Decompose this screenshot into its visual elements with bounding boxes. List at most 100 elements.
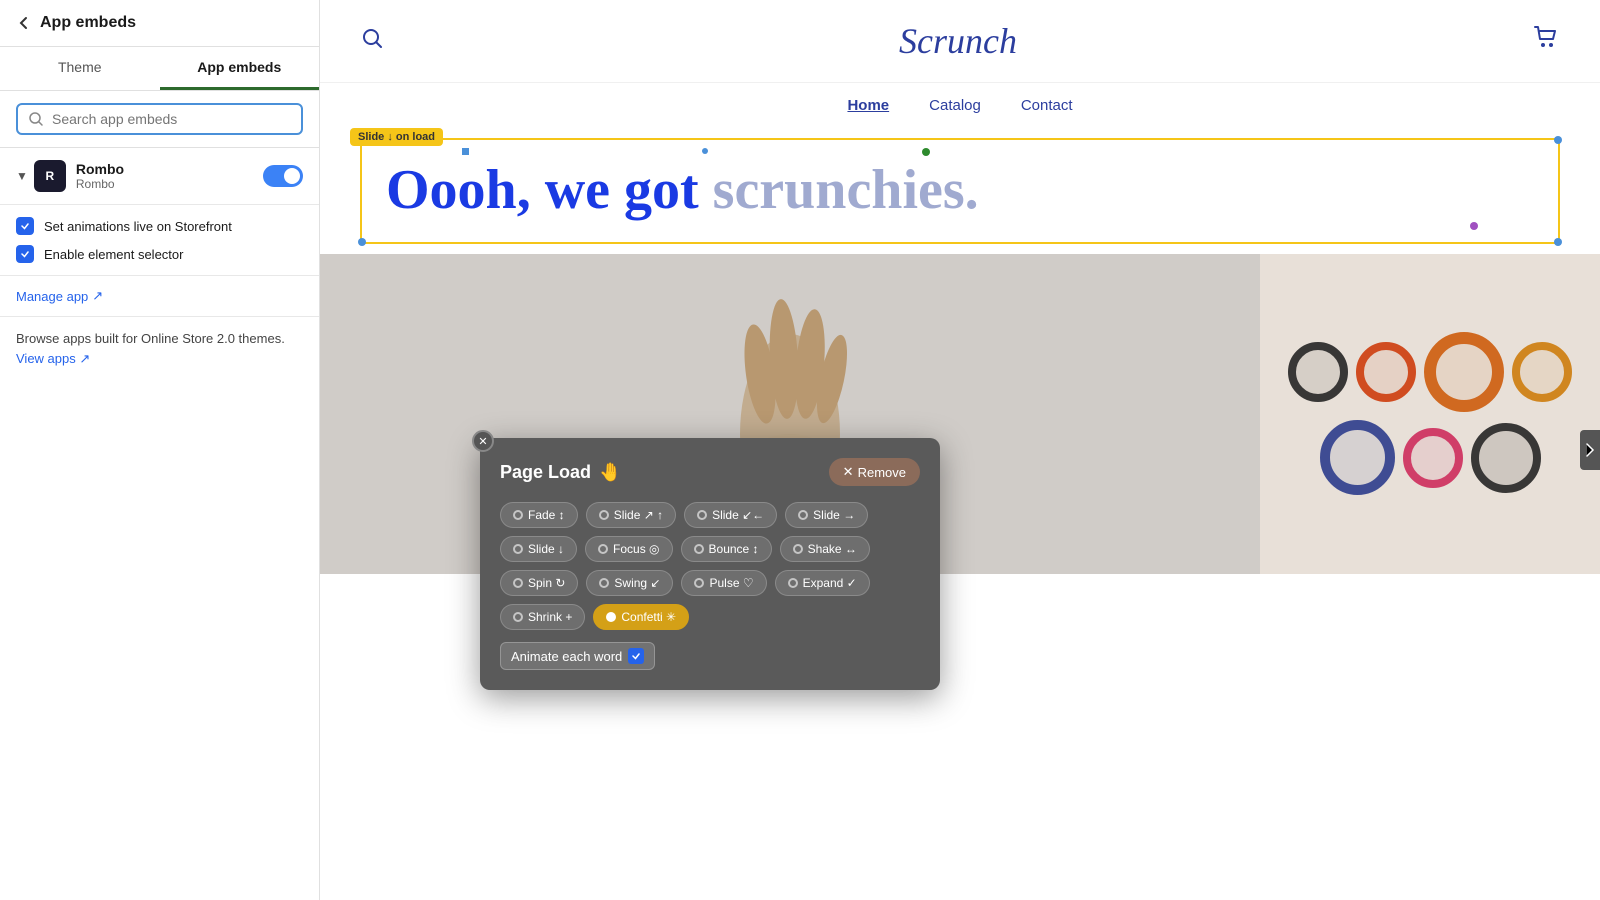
anim-confetti[interactable]: Confetti ✳ <box>593 604 689 630</box>
scrunchie-7 <box>1471 423 1541 493</box>
anim-shake[interactable]: Shake ↔ <box>780 536 870 562</box>
scrunchies-visual <box>1260 312 1600 515</box>
anim-radio-shrink <box>513 612 523 622</box>
store-cart-icon[interactable] <box>1532 24 1560 58</box>
manage-app-link[interactable]: Manage app ↗ <box>16 288 303 304</box>
browse-text: Browse apps built for Online Store 2.0 t… <box>16 329 303 368</box>
dot-deco-3 <box>922 148 930 156</box>
anim-radio-slide-up <box>599 510 609 520</box>
anim-swing[interactable]: Swing ↙ <box>586 570 673 596</box>
store-nav-right <box>1532 24 1560 58</box>
sidebar: App embeds Theme App embeds ▼ R Rombo Ro… <box>0 0 320 900</box>
store-nav: Scrunch <box>320 0 1600 83</box>
manage-link-section: Manage app ↗ <box>0 276 319 317</box>
anim-slide-down[interactable]: Slide ↓ <box>500 536 577 562</box>
corner-dot-bl <box>358 238 366 246</box>
animate-words-label[interactable]: Animate each word <box>500 642 655 670</box>
slide-label: Slide ↓ on load <box>350 128 443 146</box>
anim-radio-pulse <box>694 578 704 588</box>
scrunchie-2 <box>1356 342 1416 402</box>
modal-close-btn[interactable]: ✕ <box>472 430 494 452</box>
dot-deco-4 <box>1470 222 1478 230</box>
app-name: Rombo <box>76 161 263 177</box>
modal-header: Page Load 🤚 ✕ Remove <box>500 458 920 486</box>
app-info: Rombo Rombo <box>76 161 263 191</box>
anim-radio-bounce <box>694 544 704 554</box>
search-input[interactable] <box>52 111 291 127</box>
nav-catalog[interactable]: Catalog <box>929 97 981 114</box>
anim-focus[interactable]: Focus ◎ <box>585 536 672 562</box>
app-subtitle: Rombo <box>76 177 263 191</box>
storefront-frame: Scrunch Home Catalog Contact <box>320 0 1600 900</box>
app-embed-row: ▼ R Rombo Rombo <box>0 148 319 205</box>
scrunchie-4 <box>1512 342 1572 402</box>
tab-app-embeds[interactable]: App embeds <box>160 47 320 90</box>
anim-radio-slide-down <box>513 544 523 554</box>
scrunchie-5 <box>1320 420 1395 495</box>
animate-words-checkbox[interactable] <box>628 648 644 664</box>
external-link-icon: ↗ <box>92 288 103 304</box>
hero-text-box[interactable]: Slide ↓ on load Oooh, we got scrunchies. <box>360 138 1560 244</box>
scrunchie-6 <box>1403 428 1463 488</box>
modal-emoji: 🤚 <box>599 462 621 483</box>
app-icon: R <box>34 160 66 192</box>
search-box <box>16 103 303 135</box>
caret-icon: ▼ <box>16 169 28 183</box>
hero-word-scrunchies: scrunchies. <box>713 159 979 221</box>
search-icon <box>28 111 44 127</box>
animation-row-4: Shrink + Confetti ✳ <box>500 604 920 630</box>
nav-home[interactable]: Home <box>847 97 889 114</box>
anim-bounce[interactable]: Bounce ↕ <box>681 536 772 562</box>
checkbox-label-enable-selector: Enable element selector <box>44 247 183 262</box>
anim-expand[interactable]: Expand ✓ <box>775 570 870 596</box>
anim-spin[interactable]: Spin ↻ <box>500 570 578 596</box>
anim-radio-expand <box>788 578 798 588</box>
animation-row-1: Fade ↕ Slide ↗ ↑ Slide ↙← Slide → <box>500 502 920 528</box>
checkbox-icon-set-animations[interactable] <box>16 217 34 235</box>
modal-title: Page Load 🤚 <box>500 462 621 483</box>
anim-radio-confetti <box>606 612 616 622</box>
checkbox-set-animations: Set animations live on Storefront <box>16 217 303 235</box>
resize-handle[interactable] <box>1580 430 1600 470</box>
anim-shrink[interactable]: Shrink + <box>500 604 585 630</box>
scrunchie-1 <box>1288 342 1348 402</box>
anim-slide-up[interactable]: Slide ↗ ↑ <box>586 502 676 528</box>
app-toggle[interactable] <box>263 165 303 187</box>
nav-contact[interactable]: Contact <box>1021 97 1073 114</box>
anim-radio-swing <box>599 578 609 588</box>
remove-x-icon: ✕ <box>843 464 854 480</box>
anim-radio-slide-left <box>697 510 707 520</box>
store-nav-left <box>360 26 384 56</box>
sidebar-header: App embeds <box>0 0 319 47</box>
hero-word-oooh: Oooh, we got <box>386 159 713 221</box>
store-links: Home Catalog Contact <box>320 83 1600 128</box>
anim-fade[interactable]: Fade ↕ <box>500 502 578 528</box>
anim-radio-shake <box>793 544 803 554</box>
dot-deco-2 <box>702 148 708 154</box>
tabs-row: Theme App embeds <box>0 47 319 91</box>
browse-section: Browse apps built for Online Store 2.0 t… <box>0 317 319 380</box>
back-button[interactable] <box>16 15 32 31</box>
view-apps-link[interactable]: View apps ↗ <box>16 351 90 366</box>
store-search-icon[interactable] <box>360 26 384 56</box>
checkbox-label-set-animations: Set animations live on Storefront <box>44 219 232 234</box>
remove-button[interactable]: ✕ Remove <box>829 458 920 486</box>
checkbox-enable-selector: Enable element selector <box>16 245 303 263</box>
animation-grid: Fade ↕ Slide ↗ ↑ Slide ↙← Slide → <box>500 502 920 630</box>
content-right <box>1260 254 1600 574</box>
checkbox-icon-enable-selector[interactable] <box>16 245 34 263</box>
animation-modal: ✕ Page Load 🤚 ✕ Remove Fad <box>480 438 940 690</box>
anim-slide-left[interactable]: Slide ↙← <box>684 502 777 528</box>
sidebar-title: App embeds <box>40 14 136 32</box>
anim-radio-slide-right <box>798 510 808 520</box>
checkboxes-section: Set animations live on Storefront Enable… <box>0 205 319 276</box>
search-wrap <box>0 91 319 148</box>
scrunchie-3 <box>1424 332 1504 412</box>
anim-radio-fade <box>513 510 523 520</box>
store-brand: Scrunch <box>899 20 1017 62</box>
tab-theme[interactable]: Theme <box>0 47 160 90</box>
corner-dot-tr <box>1554 136 1562 144</box>
anim-pulse[interactable]: Pulse ♡ <box>681 570 766 596</box>
animation-row-3: Spin ↻ Swing ↙ Pulse ♡ Expand ✓ <box>500 570 920 596</box>
anim-slide-right[interactable]: Slide → <box>785 502 868 528</box>
